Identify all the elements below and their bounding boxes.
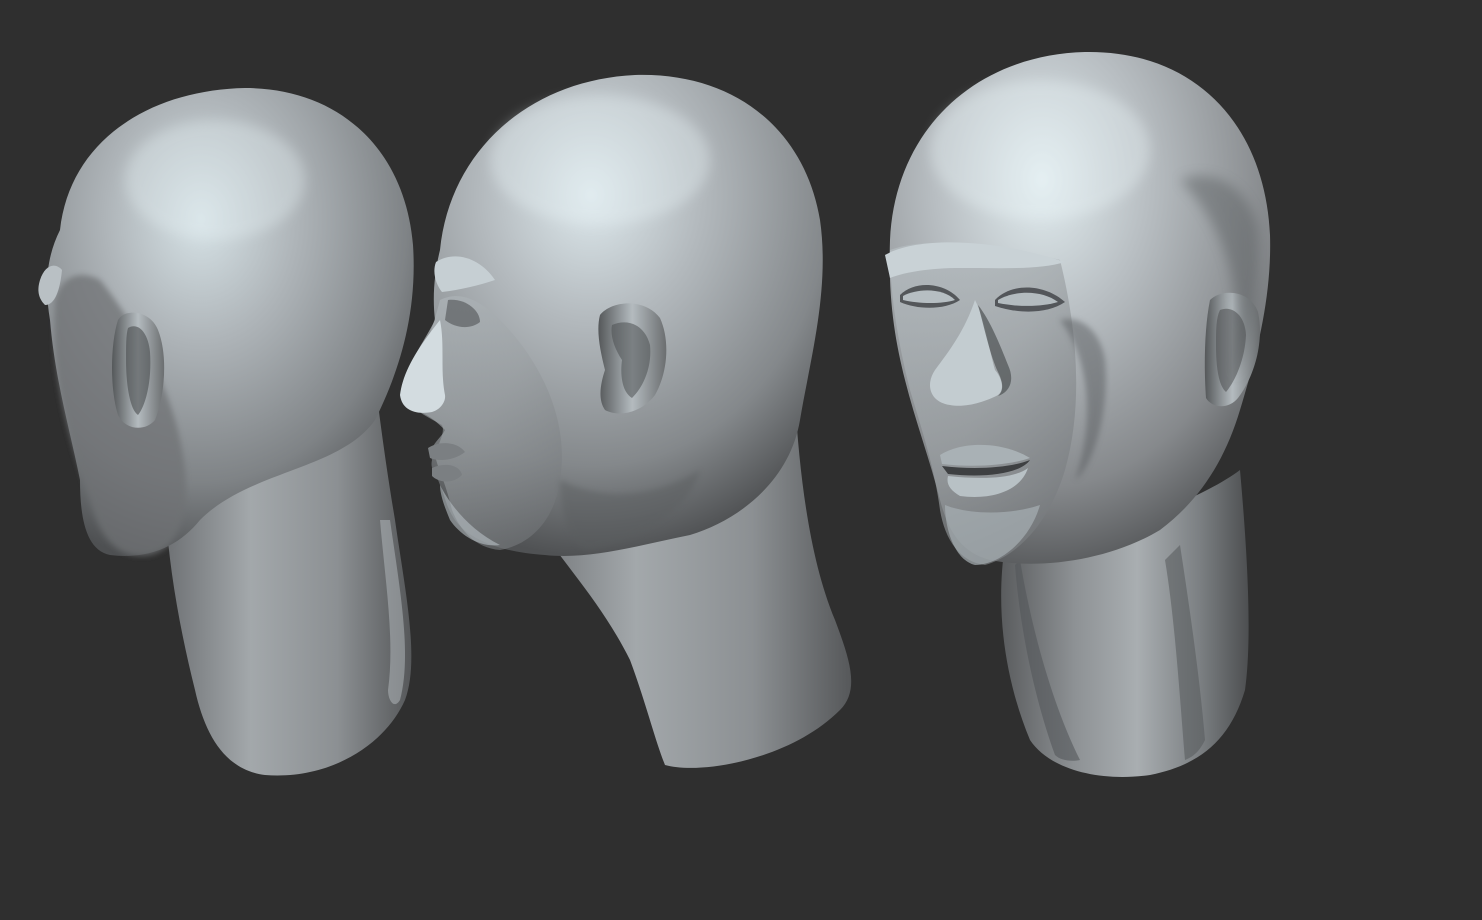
head-front-three-quarter[interactable] bbox=[885, 51, 1271, 777]
head-back-three-quarter[interactable] bbox=[38, 88, 414, 776]
head-profile-left[interactable] bbox=[400, 74, 852, 768]
skull-highlight bbox=[125, 120, 305, 240]
skull-highlight bbox=[930, 80, 1150, 220]
3d-viewport[interactable] bbox=[0, 0, 1482, 920]
skull-highlight bbox=[490, 95, 710, 225]
sculpt-scene bbox=[38, 51, 1271, 777]
nose bbox=[400, 320, 446, 413]
